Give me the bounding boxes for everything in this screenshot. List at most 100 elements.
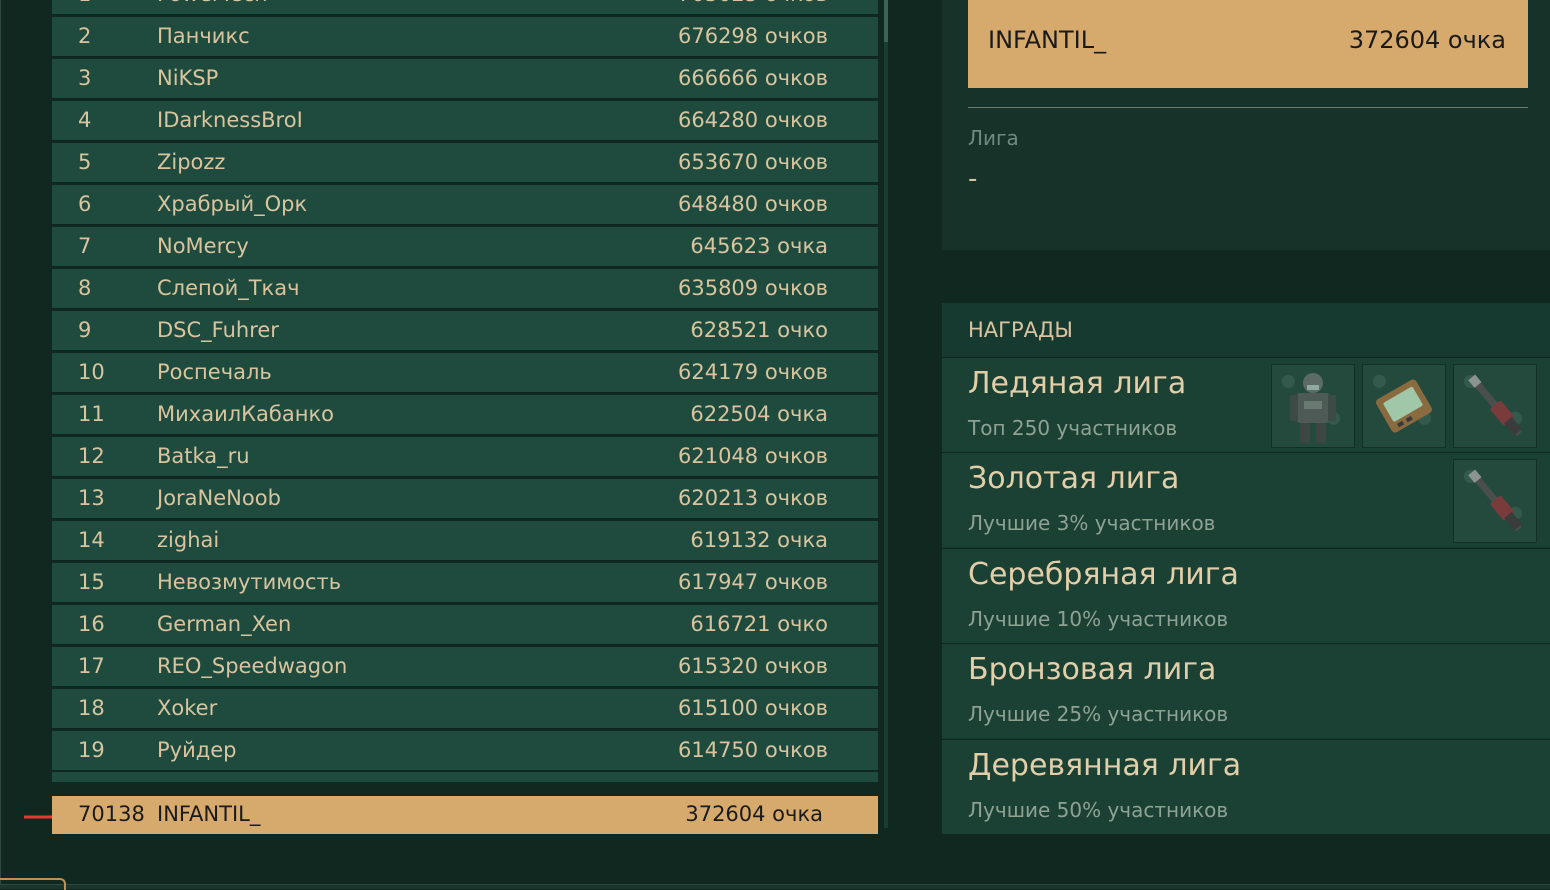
leaderboard-score: 635809 очков [677,276,828,300]
leaderboard-row[interactable]: 1 PowerTech 703025 очков [52,0,878,15]
leaderboard-row[interactable]: 14 zighai 619132 очка [52,521,878,561]
leaderboard-rank: 10 [78,360,105,384]
reward-league-subtitle: Топ 250 участников [968,416,1178,440]
leaderboard-row[interactable]: 2 Панчикс 676298 очков [52,17,878,57]
frame-left-border [0,0,1,888]
leaderboard-score: 617947 очков [677,570,828,594]
player-card-score: 372604 очка [1348,26,1506,54]
leaderboard-name: Слепой_Ткач [157,276,300,300]
reward-league-title: Золотая лига [968,461,1180,496]
current-player-row[interactable]: 70138 INFANTIL_ 372604 очка [52,796,878,834]
leaderboard-row[interactable]: 15 Невозмутимость 617947 очков [52,563,878,603]
leaderboard-rank: 12 [78,444,105,468]
leaderboard-rank: 13 [78,486,105,510]
leaderboard-score: 664280 очков [677,108,828,132]
leaderboard-rank: 14 [78,528,105,552]
rifle-item-icon[interactable] [1453,459,1537,543]
leaderboard-score: 645623 очка [690,234,828,258]
leaderboard-score: 703025 очков [678,0,828,6]
leaderboard-row[interactable]: 16 German_Xen 616721 очко [52,605,878,645]
leaderboard-name: zighai [157,528,220,552]
reward-league-subtitle: Лучшие 25% участников [968,702,1229,726]
leaderboard-score: 616721 очко [690,612,828,636]
leaderboard-rank: 3 [78,66,92,90]
rewards-header: НАГРАДЫ [968,318,1073,342]
leaderboard-rank: 8 [78,276,92,300]
leaderboard-name: Руйдер [157,738,237,762]
leaderboard-rank: 1 [78,0,91,6]
leaderboard-name: Zipozz [157,150,226,174]
rifle-item-icon[interactable] [1453,364,1537,448]
leaderboard-score: 619132 очка [690,528,828,552]
leaderboard-row[interactable]: 11 МихаилКабанко 622504 очка [52,395,878,435]
leaderboard-row[interactable]: 6 Храбрый_Орк 648480 очков [52,185,878,225]
leaderboard-name: NiKSP [157,66,219,90]
leaderboard-name: Роспечаль [157,360,272,384]
leaderboard-score: 615100 очков [677,696,828,720]
leaderboard-score: 666666 очков [677,66,828,90]
reward-league-1[interactable]: Ледяная лига Топ 250 участников [942,357,1550,452]
leaderboard-scroll-thumb[interactable] [884,0,888,42]
reward-league-4[interactable]: Бронзовая лига Лучшие 25% участников [942,643,1550,738]
leaderboard-name: Панчикс [157,24,250,48]
leaderboard-name: REO_Speedwagon [157,654,348,678]
leaderboard-name: PowerTech [157,0,268,6]
leaderboard-row[interactable]: 17 REO_Speedwagon 615320 очков [52,647,878,687]
leaderboard-row[interactable]: 8 Слепой_Ткач 635809 очков [52,269,878,309]
frame-bottom-border [0,884,1550,889]
leaderboard-name: МихаилКабанко [157,402,334,426]
leaderboard-score: 622504 очка [690,402,828,426]
leaderboard-rank: 18 [78,696,105,720]
leaderboard-rank: 11 [78,402,105,426]
leaderboard-row[interactable]: 4 IDarknessBroI 664280 очков [52,101,878,141]
leaderboard-score: 676298 очков [677,24,828,48]
reward-league-subtitle: Лучшие 3% участников [968,511,1216,535]
leaderboard-rank: 15 [78,570,105,594]
leaderboard-rank: 5 [78,150,92,174]
leaderboard-score: 614750 очков [677,738,828,762]
reward-league-title: Ледяная лига [968,366,1187,401]
leaderboard-row[interactable]: 3 NiKSP 666666 очков [52,59,878,99]
leaderboard-score: 648480 очков [677,192,828,216]
leaderboard-rank: 7 [78,234,92,258]
leaderboard-row[interactable]: 10 Роспечаль 624179 очков [52,353,878,393]
reward-league-3[interactable]: Серебряная лига Лучшие 10% участников [942,548,1550,643]
leaderboard-row[interactable]: 13 JoraNeNoob 620213 очков [52,479,878,519]
leaderboard-rank: 16 [78,612,105,636]
leaderboard-score: 653670 очков [677,150,828,174]
leaderboard-row[interactable]: 9 DSC_Fuhrer 628521 очко [52,311,878,351]
leaderboard-rank: 4 [78,108,92,132]
leaderboard-score: 628521 очко [690,318,828,342]
device-item-icon[interactable] [1362,364,1446,448]
leaderboard-list[interactable]: 1 PowerTech 703025 очков 2 Панчикс 676298 очк… [52,0,878,782]
leaderboard-score: 624179 очков [677,360,828,384]
leaderboard-row[interactable]: 19 Руйдер 614750 очков [52,731,878,771]
leaderboard-row[interactable]: 18 Xoker 615100 очков [52,689,878,729]
leaderboard-scrollbar[interactable] [884,0,888,828]
player-card-name: INFANTIL_ [988,26,1107,54]
leaderboard-row[interactable]: 12 Batka_ru 621048 очков [52,437,878,477]
current-player-score: 372604 очка [685,802,823,826]
leaderboard-name: Невозмутимость [157,570,342,594]
leaderboard-row-partial [52,772,878,782]
leaderboard-row[interactable]: 7 NoMercy 645623 очка [52,227,878,267]
armor-item-icon[interactable] [1271,364,1355,448]
reward-league-title: Бронзовая лига [968,652,1217,687]
leaderboard-rank: 2 [78,24,92,48]
leaderboard-score: 620213 очков [677,486,828,510]
reward-league-subtitle: Лучшие 10% участников [968,607,1229,631]
player-card: INFANTIL_ 372604 очка [968,0,1528,88]
league-label: Лига [968,126,1019,150]
leaderboard-row[interactable]: 5 Zipozz 653670 очков [52,143,878,183]
reward-league-2[interactable]: Золотая лига Лучшие 3% участников [942,452,1550,547]
leaderboard-name: NoMercy [157,234,249,258]
current-player-rank: 70138 [78,802,145,826]
leaderboard-score: 615320 очков [677,654,828,678]
leaderboard-name: Batka_ru [157,444,250,468]
frame-corner-decoration [0,878,66,890]
leaderboard-name: JoraNeNoob [157,486,281,510]
leaderboard-name: German_Xen [157,612,292,636]
leaderboard-name: DSC_Fuhrer [157,318,279,342]
league-value: - [968,164,978,194]
reward-league-5[interactable]: Деревянная лига Лучшие 50% участников [942,739,1550,834]
